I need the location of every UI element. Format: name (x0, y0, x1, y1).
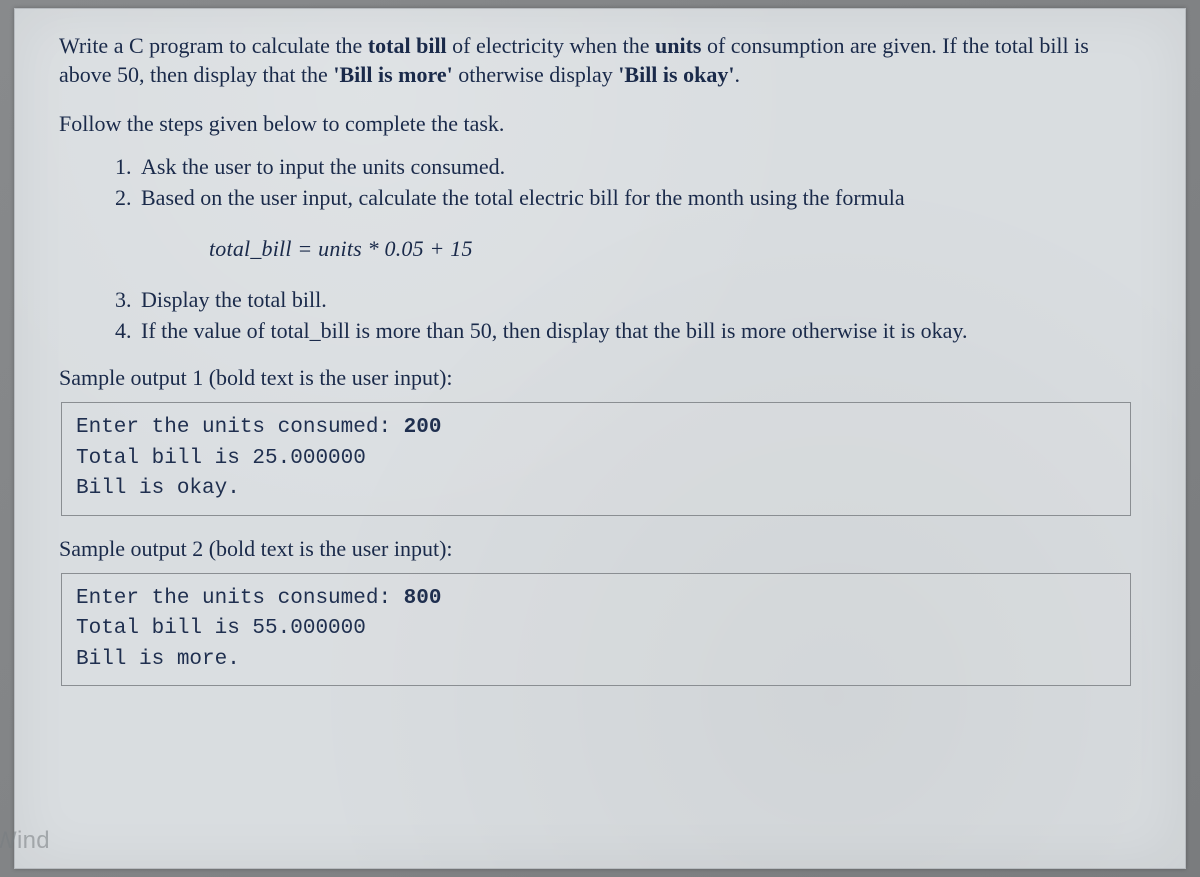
intro-text: of electricity when the (447, 33, 655, 58)
problem-statement: Write a C program to calculate the total… (59, 31, 1141, 89)
output-line: Enter the units consumed: (76, 416, 404, 439)
user-input: 800 (404, 587, 442, 610)
step-4: If the value of total_bill is more than … (137, 316, 1141, 345)
user-input: 200 (404, 416, 442, 439)
sample-output-1-label: Sample output 1 (bold text is the user i… (59, 363, 1141, 392)
formula: total_bill = units * 0.05 + 15 (209, 234, 1141, 263)
sample-output-2-box: Enter the units consumed: 800 Total bill… (61, 573, 1131, 686)
intro-text: . (734, 62, 740, 87)
intro-bold-bill-okay: 'Bill is okay' (618, 62, 734, 87)
sample-output-1-box: Enter the units consumed: 200 Total bill… (61, 402, 1131, 515)
step-3: Display the total bill. (137, 285, 1141, 314)
follow-steps-text: Follow the steps given below to complete… (59, 109, 1141, 138)
intro-text: otherwise display (453, 62, 619, 87)
output-line: Total bill is 25.000000 (76, 447, 366, 470)
step-2: Based on the user input, calculate the t… (137, 183, 1141, 212)
sample-output-2-label: Sample output 2 (bold text is the user i… (59, 534, 1141, 563)
steps-list-cont: Display the total bill. If the value of … (59, 285, 1141, 345)
intro-text: Write a C program to calculate the (59, 33, 368, 58)
output-line: Bill is more. (76, 648, 240, 671)
intro-bold-bill-more: 'Bill is more' (333, 62, 452, 87)
output-line: Bill is okay. (76, 477, 240, 500)
intro-bold-total-bill: total bill (368, 33, 447, 58)
intro-bold-units: units (655, 33, 701, 58)
step-1: Ask the user to input the units consumed… (137, 152, 1141, 181)
output-line: Total bill is 55.000000 (76, 617, 366, 640)
document-page: Write a C program to calculate the total… (14, 8, 1186, 869)
steps-list: Ask the user to input the units consumed… (59, 152, 1141, 212)
output-line: Enter the units consumed: (76, 587, 404, 610)
